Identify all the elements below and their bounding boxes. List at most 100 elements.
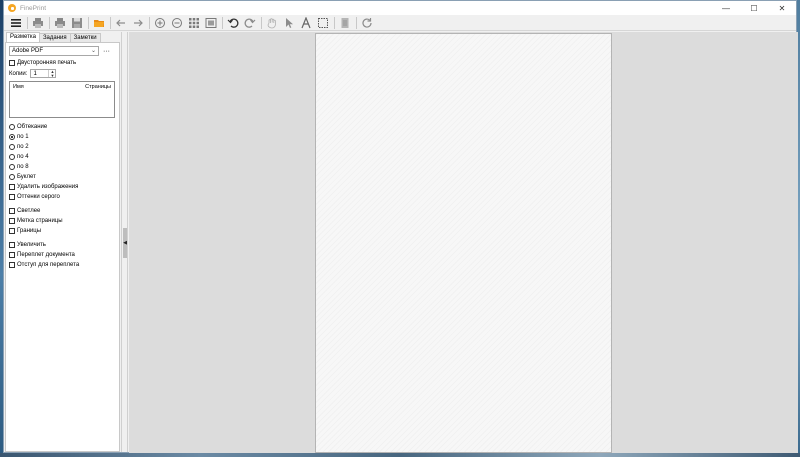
menu-icon[interactable] — [8, 16, 24, 30]
option-label: Отступ для переплета — [17, 262, 80, 268]
checkbox[interactable] — [9, 228, 15, 234]
panel-tabs: Разметка Задания Заметки — [5, 32, 120, 42]
radio-button[interactable] — [9, 174, 15, 180]
back-arrow-icon[interactable] — [113, 16, 129, 30]
checkbox[interactable] — [9, 194, 15, 200]
toolbar-separator — [27, 16, 28, 29]
hand-icon[interactable] — [264, 16, 280, 30]
option-label: Метка страницы — [17, 218, 63, 224]
option-label: Переплет документа — [17, 252, 75, 258]
redo-icon[interactable] — [242, 16, 258, 30]
fit-page-icon[interactable] — [203, 16, 219, 30]
radio-button[interactable] — [9, 144, 15, 150]
option-label: Удалить изображения — [17, 184, 79, 190]
select-area-icon[interactable] — [315, 16, 331, 30]
preview-area[interactable] — [129, 32, 798, 453]
printer-select-value: Adobe PDF — [12, 48, 44, 54]
copies-stepper[interactable]: 1 ▲ ▼ — [30, 69, 57, 78]
option-checkbox-row[interactable]: Светлее — [9, 206, 116, 216]
jobs-column-name: Имя — [13, 84, 24, 90]
duplex-checkbox[interactable] — [9, 60, 15, 66]
checkbox[interactable] — [9, 184, 15, 190]
option-label: Светлее — [17, 208, 41, 214]
chevron-down-icon: ⌄ — [90, 48, 96, 54]
option-checkbox-row[interactable]: Переплет документа — [9, 250, 116, 260]
checkbox[interactable] — [9, 252, 15, 258]
options-panel: Разметка Задания Заметки Adobe PDF ⌄ ···… — [5, 32, 120, 452]
option-checkbox-row[interactable]: Отступ для переплета — [9, 260, 116, 270]
option-label: Оттенки серого — [17, 194, 60, 200]
checkbox[interactable] — [9, 218, 15, 224]
toolbar-separator — [261, 16, 262, 29]
jobs-column-pages: Страницы — [85, 84, 111, 90]
option-checkbox-row[interactable]: Границы — [9, 226, 116, 236]
duplex-label: Двусторонняя печать — [17, 60, 77, 66]
image-options-group: Удалить изображения Оттенки серого — [9, 182, 116, 202]
print-icon[interactable] — [30, 16, 46, 30]
close-button[interactable]: ✕ — [768, 1, 796, 15]
zoom-in-icon[interactable] — [152, 16, 168, 30]
toolbar-separator — [49, 16, 50, 29]
panel-splitter[interactable]: ◀ — [121, 32, 128, 452]
open-folder-icon[interactable] — [91, 16, 107, 30]
printer-select[interactable]: Adobe PDF ⌄ — [9, 46, 99, 56]
layout-option[interactable]: Обтекание — [9, 122, 116, 132]
radio-button[interactable] — [9, 154, 15, 160]
text-icon[interactable] — [298, 16, 314, 30]
app-logo-icon — [8, 4, 16, 12]
undo-icon[interactable] — [225, 16, 241, 30]
option-checkbox-row[interactable]: Метка страницы — [9, 216, 116, 226]
title-bar[interactable]: FinePrint — ☐ ✕ — [4, 1, 796, 15]
layout-option[interactable]: по 4 — [9, 152, 116, 162]
option-checkbox-row[interactable]: Увеличить — [9, 240, 116, 250]
delete-page-icon[interactable] — [337, 16, 353, 30]
printer-options-button[interactable]: ··· — [103, 48, 110, 55]
jobs-list[interactable]: Имя Страницы — [9, 81, 115, 118]
page-preview[interactable] — [315, 33, 612, 453]
option-checkbox-row[interactable]: Оттенки серого — [9, 192, 116, 202]
radio-button[interactable] — [9, 164, 15, 170]
minimize-button[interactable]: — — [712, 1, 740, 15]
pages-per-sheet-group: Обтекание по 1 по 2 по 4 по 8 Буклет — [9, 122, 116, 182]
layout-option-label: по 2 — [17, 144, 29, 150]
checkbox[interactable] — [9, 242, 15, 248]
app-window: FinePrint — ☐ ✕ Разметка Задания Заметки… — [3, 0, 798, 453]
layout-option[interactable]: по 8 — [9, 162, 116, 172]
tab-notes[interactable]: Заметки — [69, 33, 101, 42]
taskbar-strip — [0, 453, 800, 457]
stepper-arrows-icon[interactable]: ▲ ▼ — [48, 70, 55, 77]
checkbox[interactable] — [9, 262, 15, 268]
option-label: Увеличить — [17, 242, 46, 248]
pointer-icon[interactable] — [281, 16, 297, 30]
toolbar-separator — [149, 16, 150, 29]
layout-option-label: по 4 — [17, 154, 29, 160]
window-title: FinePrint — [20, 4, 47, 12]
copies-value: 1 — [33, 70, 37, 77]
layout-option[interactable]: Буклет — [9, 172, 116, 182]
grid-view-icon[interactable] — [186, 16, 202, 30]
print-all-icon[interactable] — [52, 16, 68, 30]
toolbar-separator — [110, 16, 111, 29]
maximize-button[interactable]: ☐ — [740, 1, 768, 15]
toolbar-separator — [88, 16, 89, 29]
duplex-checkbox-row[interactable]: Двусторонняя печать — [9, 58, 116, 68]
copies-row: Копии: 1 ▲ ▼ — [9, 68, 116, 79]
copies-label: Копии: — [9, 70, 28, 77]
option-checkbox-row[interactable]: Удалить изображения — [9, 182, 116, 192]
save-icon[interactable] — [69, 16, 85, 30]
tab-layout[interactable]: Разметка — [6, 32, 40, 42]
radio-button-selected[interactable] — [9, 134, 15, 140]
printer-row: Adobe PDF ⌄ ··· — [9, 46, 116, 56]
layout-option[interactable]: по 2 — [9, 142, 116, 152]
refresh-icon[interactable] — [359, 16, 375, 30]
layout-tab-content: Adobe PDF ⌄ ··· Двусторонняя печать Копи… — [5, 42, 120, 452]
toolbar-separator — [334, 16, 335, 29]
forward-arrow-icon[interactable] — [130, 16, 146, 30]
collapse-arrow-icon[interactable]: ◀ — [123, 228, 127, 258]
zoom-out-icon[interactable] — [169, 16, 185, 30]
checkbox[interactable] — [9, 208, 15, 214]
radio-button[interactable] — [9, 124, 15, 130]
binding-options-group: Увеличить Переплет документа Отступ для … — [9, 240, 116, 270]
layout-option[interactable]: по 1 — [9, 132, 116, 142]
tab-jobs[interactable]: Задания — [38, 33, 71, 42]
